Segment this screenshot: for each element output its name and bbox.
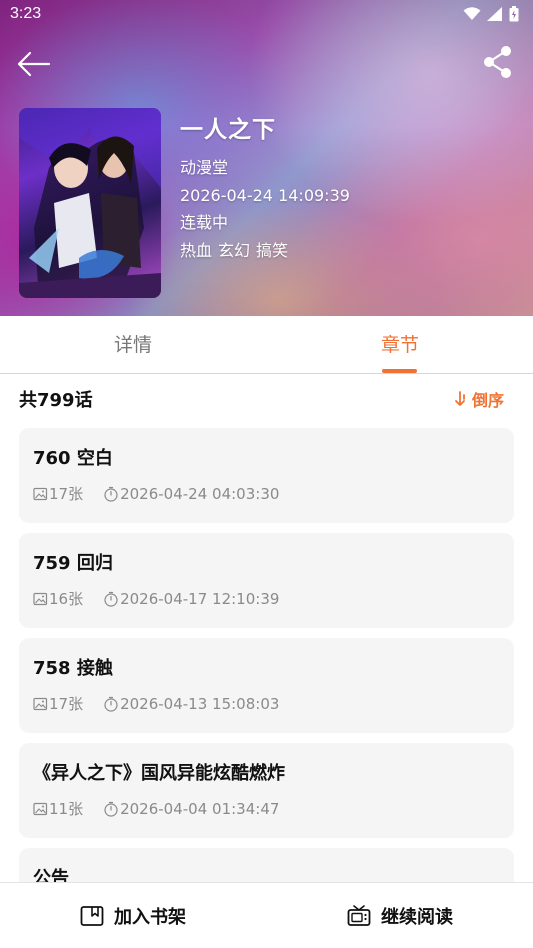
chapter-meta: 11张 2026-04-04 01:34:47 — [33, 798, 279, 819]
tab-chapters[interactable]: 章节 — [267, 316, 533, 374]
add-to-bookshelf-label: 加入书架 — [114, 907, 186, 928]
chapter-item[interactable]: 759 回归 16张 2026-04-17 12:10:39 — [19, 533, 514, 628]
comic-cover[interactable] — [19, 108, 161, 298]
comic-source: 动漫堂 — [180, 158, 229, 177]
image-icon — [33, 592, 48, 605]
tab-details[interactable]: 详情 — [0, 316, 266, 374]
chapter-count: 共799话 — [19, 390, 93, 411]
chapter-page-count: 17张 — [49, 485, 84, 503]
chapter-title: 公告 — [33, 868, 69, 882]
chapter-page-count: 16张 — [49, 590, 84, 608]
chapter-item[interactable]: 《异人之下》国风异能炫酷燃炸 11张 2026-04-04 01:34:47 — [19, 743, 514, 838]
sort-label: 倒序 — [471, 391, 504, 410]
clock-icon — [104, 801, 118, 817]
comic-tag[interactable]: 搞笑 — [256, 237, 288, 265]
chapter-title: 759 回归 — [33, 553, 113, 574]
comic-title: 一人之下 — [180, 117, 276, 143]
chapter-timestamp: 2026-04-17 12:10:39 — [120, 589, 280, 608]
continue-reading-button[interactable]: 继续阅读 — [267, 883, 533, 948]
comic-updated-time: 2026-04-24 14:09:39 — [180, 185, 350, 205]
comic-tag[interactable]: 玄幻 — [218, 237, 250, 265]
image-icon — [33, 802, 48, 815]
comic-header: 3:23 一人之下 动漫堂 2026-04-24 14:09:39 连载中 热血… — [0, 0, 533, 316]
tab-bar: 详情 章节 — [0, 316, 533, 374]
chapter-page-count: 11张 — [49, 800, 84, 818]
chapter-pages: 17张 — [33, 483, 83, 504]
bookshelf-icon — [80, 906, 104, 926]
chapter-timestamp: 2026-04-04 01:34:47 — [120, 799, 280, 818]
chapter-list-header: 共799话 倒序 — [19, 386, 514, 412]
clock-icon — [104, 696, 118, 712]
chapter-timestamp: 2026-04-24 04:03:30 — [120, 484, 280, 503]
cover-artwork — [19, 108, 161, 298]
chapter-meta: 17张 2026-04-24 04:03:30 — [33, 483, 279, 504]
tab-indicator — [382, 369, 417, 373]
status-bar: 3:23 — [0, 0, 533, 30]
bottom-action-bar: 加入书架 继续阅读 — [0, 882, 533, 948]
comic-info: 一人之下 动漫堂 2026-04-24 14:09:39 连载中 热血 玄幻 搞… — [180, 110, 350, 264]
chapter-meta: 17张 2026-04-13 15:08:03 — [33, 693, 279, 714]
comic-status: 连载中 — [180, 213, 229, 232]
chapter-time: 2026-04-13 15:08:03 — [103, 695, 279, 713]
continue-reading-label: 继续阅读 — [381, 907, 453, 928]
share-icon[interactable] — [481, 44, 515, 80]
chapter-page-count: 17张 — [49, 695, 84, 713]
clock-icon — [104, 591, 118, 607]
chapter-title: 758 接触 — [33, 658, 113, 679]
chapter-list: 760 空白 17张 2026-04-24 04:03:30 759 回归 16… — [19, 428, 514, 882]
image-icon — [33, 697, 48, 710]
add-to-bookshelf-button[interactable]: 加入书架 — [0, 883, 266, 948]
comic-tag[interactable]: 热血 — [180, 237, 212, 265]
wifi-icon — [463, 7, 481, 20]
chapter-item[interactable]: 公告 — [19, 848, 514, 882]
chapter-pages: 16张 — [33, 588, 83, 609]
chapter-time: 2026-04-04 01:34:47 — [103, 800, 279, 818]
chapter-item[interactable]: 758 接触 17张 2026-04-13 15:08:03 — [19, 638, 514, 733]
chapter-time: 2026-04-24 04:03:30 — [103, 485, 279, 503]
comic-tags: 热血 玄幻 搞笑 — [180, 237, 350, 265]
chapter-timestamp: 2026-04-13 15:08:03 — [120, 694, 280, 713]
sort-order-button[interactable]: 倒序 — [454, 387, 504, 411]
chapter-meta: 16张 2026-04-17 12:10:39 — [33, 588, 279, 609]
chapter-time: 2026-04-17 12:10:39 — [103, 590, 279, 608]
sort-icon — [455, 391, 465, 406]
image-icon — [33, 487, 48, 500]
chapter-pages: 17张 — [33, 693, 83, 714]
battery-icon — [509, 6, 519, 22]
chapter-title: 《异人之下》国风异能炫酷燃炸 — [33, 763, 285, 784]
status-icons — [463, 6, 519, 22]
chapter-item[interactable]: 760 空白 17张 2026-04-24 04:03:30 — [19, 428, 514, 523]
chapter-title: 760 空白 — [33, 448, 113, 469]
chapter-pages: 11张 — [33, 798, 83, 819]
signal-icon — [487, 7, 502, 21]
tv-icon — [347, 905, 371, 926]
status-time: 3:23 — [10, 5, 42, 22]
clock-icon — [104, 486, 118, 502]
back-arrow-icon[interactable] — [14, 44, 54, 84]
